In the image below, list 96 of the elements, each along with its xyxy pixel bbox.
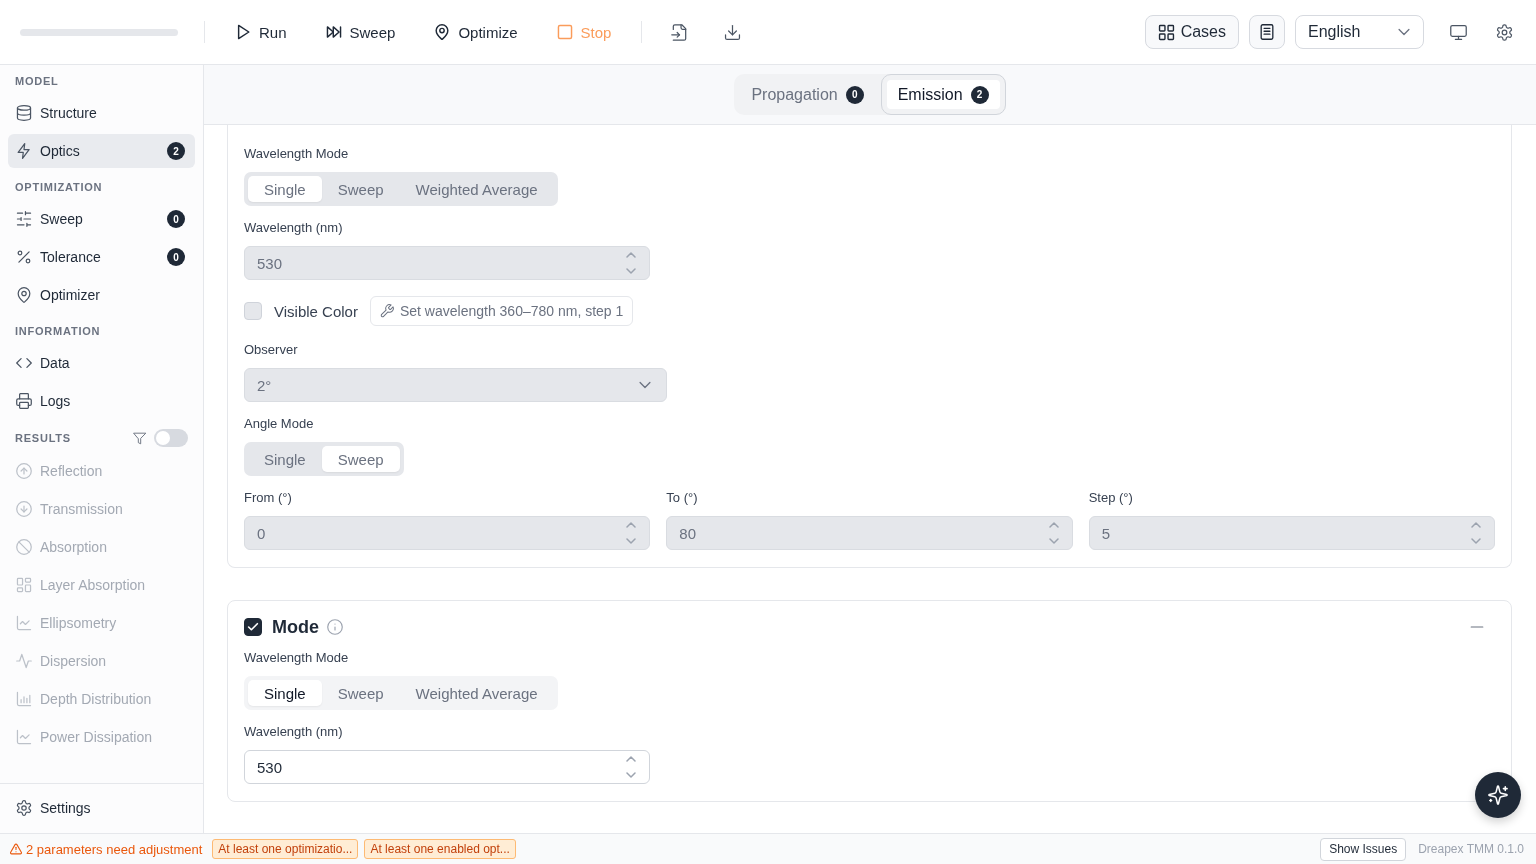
grid-icon: [1157, 23, 1175, 41]
segment-option[interactable]: Sweep: [321, 446, 400, 472]
line-chart-icon: [16, 615, 32, 631]
field-label: Step (°): [1088, 489, 1134, 507]
warning-message: 2 parameters need adjustment: [26, 841, 203, 857]
line-chart-icon: [16, 729, 32, 745]
count-badge: 2: [970, 85, 989, 104]
count-badge: 0: [167, 248, 185, 266]
download-icon[interactable]: [724, 23, 742, 41]
segment-option[interactable]: Sweep: [321, 680, 400, 706]
field-label: Wavelength Mode: [244, 145, 350, 163]
segment-option[interactable]: Weighted Average: [399, 176, 554, 202]
play-icon: [235, 24, 251, 40]
spinner-icon[interactable]: [1471, 522, 1481, 544]
ban-icon: [16, 539, 32, 555]
database-icon: [16, 105, 32, 121]
checkbox[interactable]: [244, 618, 262, 636]
number-input[interactable]: 80: [666, 516, 1073, 550]
show-issues-button[interactable]: Show Issues: [1320, 837, 1407, 861]
toggle-switch[interactable]: [154, 429, 188, 447]
percent-icon: [16, 249, 32, 265]
sidebar-item[interactable]: Settings: [8, 791, 195, 825]
run-button[interactable]: Run: [223, 17, 299, 47]
field-label: Wavelength Mode: [244, 649, 350, 667]
number-input[interactable]: 0: [244, 516, 651, 550]
filter-icon[interactable]: [133, 431, 146, 445]
document-button[interactable]: [1249, 15, 1285, 49]
cases-button[interactable]: Cases: [1144, 15, 1239, 49]
printer-icon: [16, 393, 32, 409]
spinner-icon[interactable]: [626, 756, 637, 778]
settings-icon[interactable]: [1496, 23, 1513, 41]
code-icon: [16, 355, 32, 371]
sidebar-item[interactable]: Optimizer: [8, 278, 195, 312]
field-label: Wavelength (nm): [244, 723, 344, 741]
pulse-icon: [16, 653, 32, 669]
sweep-button[interactable]: Sweep: [313, 17, 408, 47]
wrench-icon: [379, 304, 394, 318]
arrow-up-circle-icon: [16, 463, 32, 479]
optimize-button[interactable]: Optimize: [422, 17, 530, 47]
square-icon: [556, 24, 573, 40]
lightning-icon: [16, 143, 32, 159]
segment-option[interactable]: Single: [248, 176, 322, 202]
tab[interactable]: Propagation 0: [734, 74, 881, 115]
fast-forward-icon: [325, 24, 342, 40]
sidebar-item[interactable]: Logs: [8, 384, 195, 418]
version-label: Dreapex TMM 0.1.0: [1418, 842, 1524, 856]
map-pin-icon: [16, 287, 32, 303]
sparkle-icon: [1488, 785, 1508, 805]
spinner-icon[interactable]: [626, 252, 637, 274]
select-field[interactable]: 2°: [244, 368, 667, 402]
segment-option[interactable]: Weighted Average: [399, 680, 554, 706]
sidebar-item[interactable]: Structure: [8, 96, 195, 130]
count-badge: 0: [167, 210, 185, 228]
field-label: To (°): [666, 489, 699, 507]
sidebar-item[interactable]: Sweep 0: [8, 202, 195, 236]
number-input[interactable]: 5: [1088, 516, 1495, 550]
checkbox-label: Visible Color: [274, 302, 358, 320]
map-pin-icon: [434, 24, 451, 40]
tab[interactable]: Emission 2: [880, 74, 1006, 115]
sidebar-item[interactable]: Optics 2: [8, 134, 195, 168]
number-input[interactable]: 530: [244, 246, 651, 280]
file-import-icon[interactable]: [671, 23, 689, 41]
segment-option[interactable]: Sweep: [321, 176, 400, 202]
info-icon: [327, 619, 343, 635]
preset-button[interactable]: Set wavelength 360–780 nm, step 1: [369, 296, 634, 326]
field-label: Angle Mode: [244, 415, 315, 433]
issue-tag[interactable]: At least one enabled opt...: [364, 839, 516, 859]
number-input[interactable]: 530: [244, 750, 651, 784]
section-heading: RESULTS: [15, 432, 71, 444]
arrow-down-circle-icon: [16, 501, 32, 517]
warning-icon: [10, 843, 22, 855]
settings-icon: [16, 800, 32, 816]
count-badge: 0: [845, 85, 864, 104]
section-heading: OPTIMIZATION: [15, 181, 103, 193]
bar-chart-icon: [16, 691, 32, 707]
document-icon: [1259, 24, 1275, 40]
sidebar-item[interactable]: Tolerance 0: [8, 240, 195, 274]
sidebar-item[interactable]: Data: [8, 346, 195, 380]
section-heading: MODEL: [15, 75, 59, 87]
issue-tag[interactable]: At least one optimizatio...: [212, 839, 359, 859]
section-title: Mode: [272, 616, 319, 638]
field-label: From (°): [244, 489, 293, 507]
field-label: Observer: [244, 341, 299, 359]
field-label: Wavelength (nm): [244, 219, 344, 237]
section-heading: INFORMATION: [15, 325, 101, 337]
monitor-icon[interactable]: [1450, 23, 1467, 41]
spinner-icon[interactable]: [1048, 522, 1059, 544]
sparkle-button[interactable]: [1475, 772, 1521, 818]
sliders-icon: [16, 211, 32, 227]
language-select[interactable]: English: [1295, 15, 1424, 49]
segment-option[interactable]: Single: [248, 446, 322, 472]
segment-option[interactable]: Single: [248, 680, 322, 706]
spinner-icon[interactable]: [626, 522, 637, 544]
check-icon: [247, 621, 259, 633]
count-badge: 2: [167, 142, 185, 160]
grid-layout-icon: [16, 577, 32, 593]
